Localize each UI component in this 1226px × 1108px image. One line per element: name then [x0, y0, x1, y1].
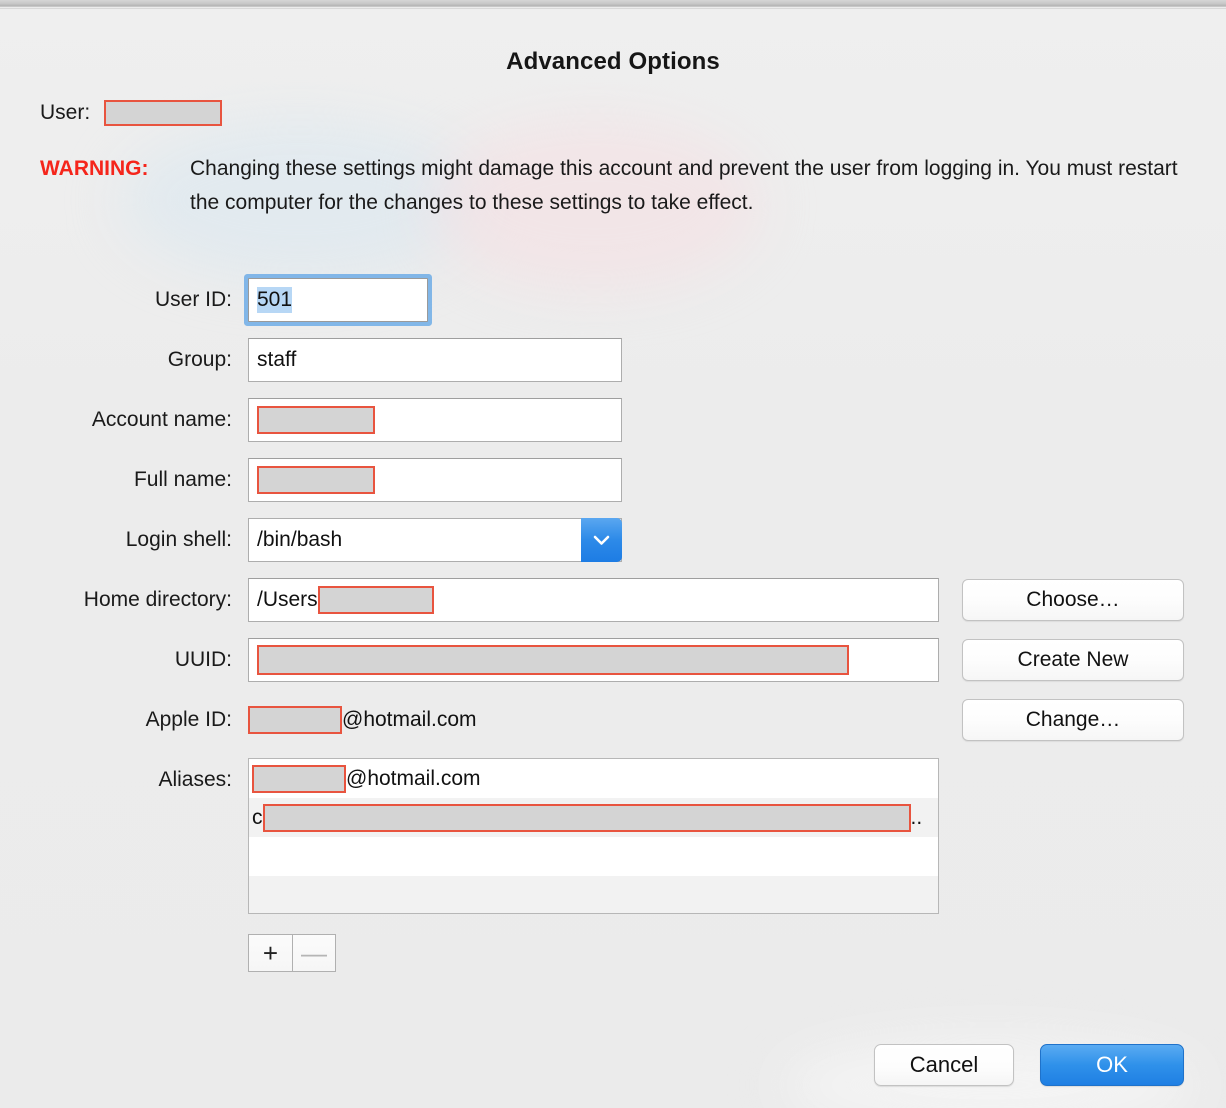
login-shell-value: /bin/bash	[257, 528, 343, 551]
uuid-redaction	[257, 645, 849, 675]
alias-redaction	[252, 764, 346, 793]
user-row: User:	[40, 100, 223, 126]
home-directory-prefix: /Users	[257, 588, 318, 611]
alias-redaction	[262, 803, 911, 832]
form-row-uuid: UUID: Create New	[0, 638, 1226, 698]
form-row-aliases: Aliases: @hotmail.com c.. + —	[0, 758, 1226, 972]
form-row-home-directory: Home directory: /Users Choose…	[0, 578, 1226, 638]
user-id-input[interactable]: 501	[248, 278, 428, 322]
user-id-value: 501	[257, 287, 293, 313]
advanced-options-form: User ID: 501 Group: staff Account name:	[0, 278, 1226, 972]
login-shell-label: Login shell:	[125, 528, 232, 551]
create-new-button[interactable]: Create New	[962, 639, 1184, 681]
uuid-input[interactable]	[248, 638, 939, 682]
page-title: Advanced Options	[506, 48, 720, 75]
home-directory-label: Home directory:	[83, 588, 232, 611]
account-name-label: Account name:	[91, 408, 232, 431]
uuid-label: UUID:	[174, 648, 232, 671]
chevron-down-icon[interactable]	[581, 518, 622, 562]
remove-alias-button[interactable]: —	[292, 934, 336, 972]
alias-prefix: c	[252, 805, 263, 829]
aliases-list[interactable]: @hotmail.com c..	[248, 758, 939, 914]
full-name-label: Full name:	[133, 468, 232, 491]
alias-suffix: ..	[910, 805, 923, 829]
group-input[interactable]: staff	[248, 338, 622, 382]
warning-message: WARNING: Changing these settings might d…	[40, 152, 1190, 220]
alias-list-item[interactable]: @hotmail.com	[249, 759, 938, 798]
warning-label: WARNING:	[40, 157, 149, 180]
full-name-input[interactable]	[248, 458, 622, 502]
apple-id-redaction	[248, 706, 342, 734]
alias-list-item[interactable]	[249, 876, 938, 913]
advanced-options-dialog: Advanced Options User: WARNING: Changing…	[0, 0, 1226, 1108]
plus-icon: +	[262, 938, 279, 968]
apple-id-value: @hotmail.com	[248, 698, 477, 742]
cancel-button[interactable]: Cancel	[874, 1044, 1014, 1086]
add-alias-button[interactable]: +	[248, 934, 292, 972]
user-value-redaction	[104, 100, 223, 126]
choose-button[interactable]: Choose…	[962, 579, 1184, 621]
alias-suffix: @hotmail.com	[346, 766, 481, 790]
form-row-user-id: User ID: 501	[0, 278, 1226, 338]
ok-button[interactable]: OK	[1040, 1044, 1184, 1086]
user-label: User:	[40, 101, 91, 124]
group-value: staff	[257, 348, 297, 371]
apple-id-suffix: @hotmail.com	[342, 708, 477, 731]
form-row-full-name: Full name:	[0, 458, 1226, 518]
change-button[interactable]: Change…	[962, 699, 1184, 741]
minus-icon: —	[301, 938, 327, 968]
form-row-account-name: Account name:	[0, 398, 1226, 458]
full-name-redaction	[257, 466, 375, 494]
alias-list-item[interactable]	[249, 837, 938, 876]
account-name-redaction	[257, 406, 375, 434]
aliases-toolbar: + —	[248, 934, 336, 972]
form-row-group: Group: staff	[0, 338, 1226, 398]
home-directory-input[interactable]: /Users	[248, 578, 939, 622]
account-name-input[interactable]	[248, 398, 622, 442]
group-label: Group:	[167, 348, 232, 371]
form-row-apple-id: Apple ID: @hotmail.com Change…	[0, 698, 1226, 758]
warning-body: Changing these settings might damage thi…	[190, 157, 1178, 214]
login-shell-select[interactable]: /bin/bash	[248, 518, 622, 562]
window-titlebar	[0, 0, 1226, 9]
aliases-label: Aliases:	[158, 768, 232, 791]
user-id-label: User ID:	[154, 288, 232, 311]
dialog-actions: Cancel OK	[874, 1044, 1184, 1086]
form-row-login-shell: Login shell: /bin/bash	[0, 518, 1226, 578]
alias-list-item[interactable]: c..	[249, 798, 938, 837]
apple-id-label: Apple ID:	[145, 708, 232, 731]
home-directory-redaction	[317, 586, 434, 614]
